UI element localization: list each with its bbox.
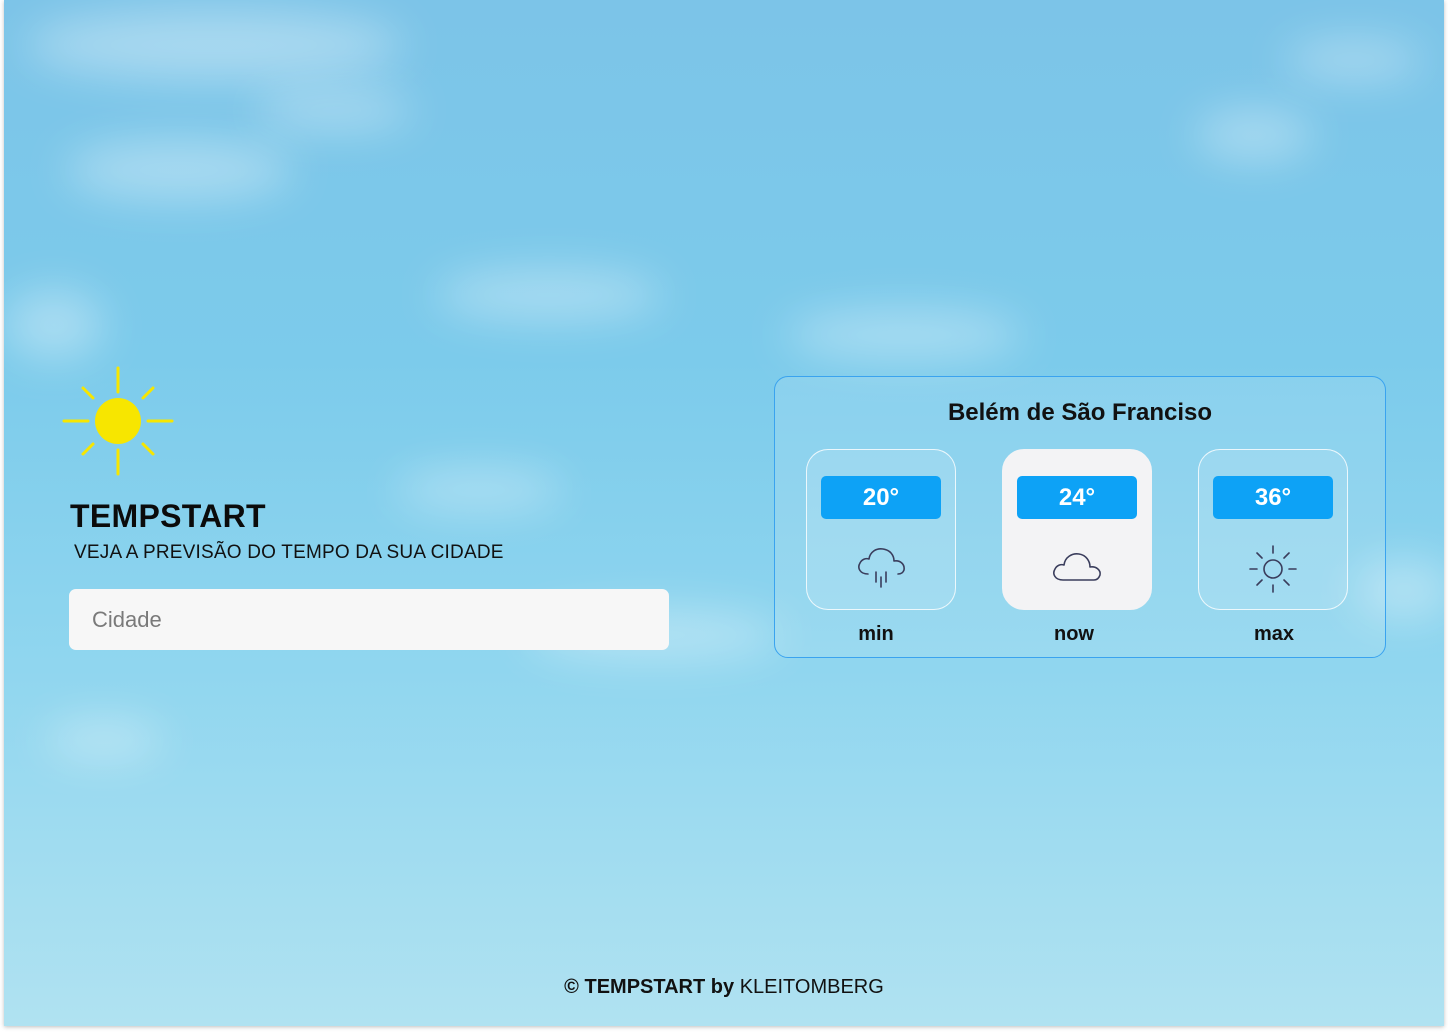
footer-by: by <box>710 976 735 998</box>
temp-max-label: max <box>1253 623 1295 645</box>
footer-author: KLEITOMBERG <box>739 976 884 998</box>
page-background: TEMPSTART VEJA A PREVISÃO DO TEMPO DA SU… <box>4 0 1444 1026</box>
cloud-icon <box>1053 553 1101 581</box>
city-name: Belém de São Franciso <box>947 399 1213 426</box>
city-search-input[interactable] <box>69 589 669 650</box>
app-tagline: VEJA A PREVISÃO DO TEMPO DA SUA CIDADE <box>74 542 504 563</box>
sun-icon <box>62 366 174 476</box>
temp-max-badge: 36° <box>1213 476 1333 519</box>
temp-tile-now: 24° <box>1002 449 1152 610</box>
temp-min-badge: 20° <box>821 476 941 519</box>
copyright-symbol: © <box>564 976 579 998</box>
footer-brand: TEMPSTART <box>584 976 706 998</box>
weather-card: Belém de São Franciso 20° 24° 36° min no… <box>774 376 1386 658</box>
temp-tile-max: 36° <box>1198 449 1348 610</box>
footer: © TEMPSTART by KLEITOMBERG <box>4 976 1444 999</box>
app-title: TEMPSTART <box>70 498 266 534</box>
temp-min-label: min <box>858 623 894 645</box>
sun-outline-icon <box>1249 545 1297 593</box>
temp-tile-min: 20° <box>806 449 956 610</box>
temp-now-badge: 24° <box>1017 476 1137 519</box>
cloud-rain-icon <box>858 548 905 588</box>
temp-now-label: now <box>1054 623 1094 645</box>
